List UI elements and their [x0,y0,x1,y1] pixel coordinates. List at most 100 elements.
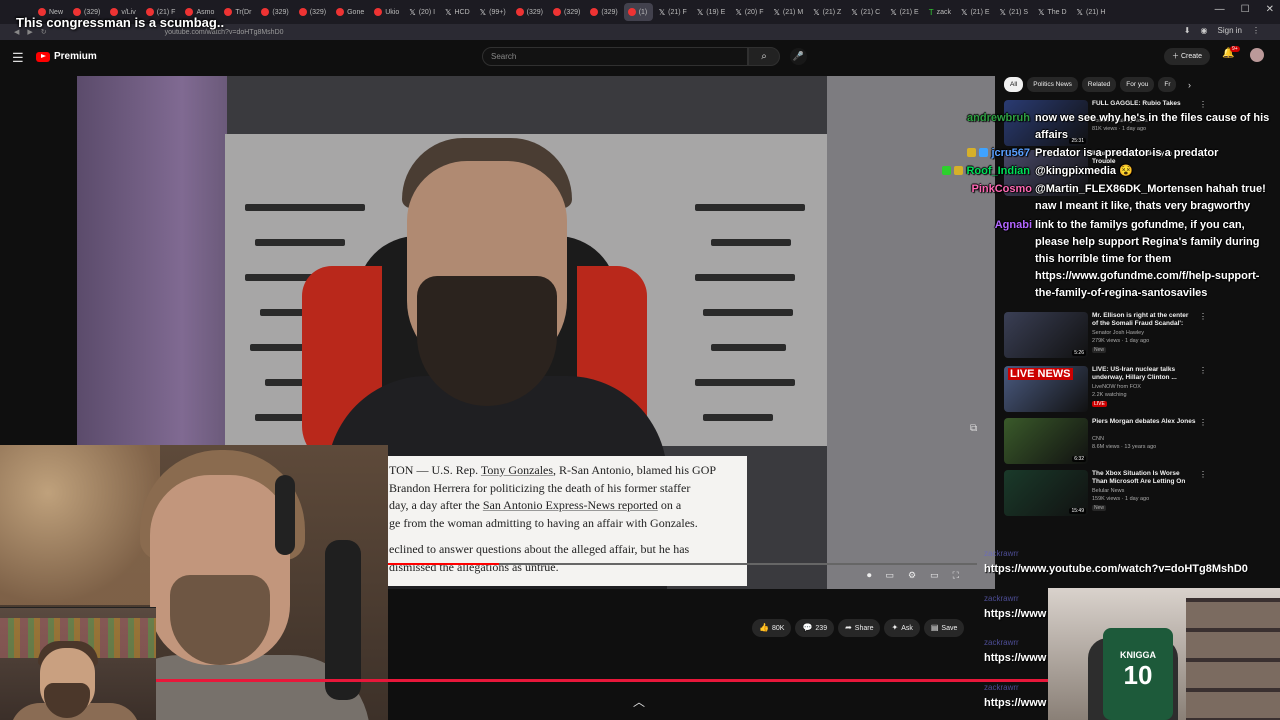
miniplayer-icon[interactable]: ⧉ [970,423,977,434]
comments-button[interactable]: 💬 239 [795,619,835,637]
youtube-logo[interactable]: Premium [36,51,97,62]
browser-tab[interactable]: 𝕏 (21) S [996,3,1033,21]
browser-tab-label: (99+) [489,8,506,16]
voice-search-icon[interactable]: 🎤 [790,48,807,65]
autoplay-toggle-icon[interactable]: ⏺ [867,570,872,581]
browser-tab[interactable]: (329) [586,3,621,21]
create-button[interactable]: ＋ Create [1164,48,1210,65]
chevron-right-icon[interactable]: › [1188,80,1191,90]
ask-button[interactable]: ✦ Ask [884,619,920,637]
chip-fr[interactable]: Fr [1158,77,1177,92]
window-controls: — ☐ ✕ [1215,4,1274,15]
video-title[interactable]: LIVE: US-Iran nuclear talks underway, Hi… [1092,366,1196,382]
browser-tab[interactable]: (329) [257,3,292,21]
browser-tab[interactable]: Ukio [370,3,403,21]
browser-tab[interactable]: Gone [332,3,368,21]
browser-tab[interactable]: 𝕏 (20) I [405,3,439,21]
more-options-icon[interactable]: ⋮ [1199,366,1207,375]
settings-gear-icon[interactable]: ⚙ [908,570,916,581]
browser-tab[interactable]: 𝕏 (21) E [957,3,994,21]
browser-tab[interactable]: (1) [623,3,653,21]
save-button[interactable]: ▤ Save [923,619,965,637]
chat-message-text: now we see why he's in the files cause o… [1035,112,1270,141]
subtitles-icon[interactable]: ▭ [886,570,895,581]
browser-tab[interactable]: (329) [295,3,330,21]
recommendation-card[interactable]: 6:32 Piers Morgan debates Alex Jones CNN 8.… [1004,418,1276,466]
video-title[interactable]: Mr. Ellison is right at the center of th… [1092,312,1196,328]
hamburger-menu-icon[interactable]: ☰ [12,50,24,66]
chat-username[interactable]: zackrawrr [984,594,1019,603]
chat-username[interactable]: andrewbruh [967,110,1030,127]
browser-tab-label: (21) C [860,8,881,16]
chip-for-you[interactable]: For you [1120,77,1155,92]
chat-username[interactable]: zackrawrr [984,683,1019,692]
recommendation-card[interactable]: 5:26 Mr. Ellison is right at the center o… [1004,312,1276,360]
browser-tab[interactable]: 𝕏 (21) H [1073,3,1110,21]
browser-tab[interactable]: 𝕏 (21) M [769,3,807,21]
close-icon[interactable]: ✕ [1266,4,1274,15]
chat-username[interactable]: Roof_Indian [942,163,1030,180]
theater-mode-icon[interactable]: ▭ [930,570,939,581]
maximize-icon[interactable]: ☐ [1241,4,1250,15]
chat-link[interactable]: https://www.youtube.com/watch?v=doHTg8Ms… [984,563,1248,575]
chip-related[interactable]: Related [1081,77,1117,92]
browser-tab[interactable]: Tzack [925,3,955,21]
chat-username[interactable]: jcru567 [967,145,1030,162]
search-input[interactable]: Search [482,47,748,66]
video-title[interactable]: Piers Morgan debates Alex Jones [1092,418,1196,426]
user-avatar[interactable] [1250,48,1264,62]
browser-tab[interactable]: 𝕏 (99+) [476,3,510,21]
browser-tab[interactable]: 𝕏 The D [1034,3,1071,21]
search-button[interactable]: ⌕ [748,47,780,66]
chat-link[interactable]: https://www [984,697,1046,709]
video-thumbnail[interactable]: 6:32 [1004,418,1088,464]
browser-tab[interactable]: 𝕏 HCD [441,3,474,21]
chevron-up-icon[interactable]: ︿ [633,693,645,710]
browser-tab[interactable]: 𝕏 (21) E [886,3,923,21]
browser-tab[interactable]: 𝕏 (20) F [731,3,767,21]
minimize-icon[interactable]: — [1215,4,1225,15]
chat-username[interactable]: PinkCosmo [971,181,1032,198]
chat-link[interactable]: https://www [984,652,1046,664]
like-button[interactable]: 👍 80K [752,619,792,637]
chip-politics-news[interactable]: Politics News [1027,77,1078,92]
video-progress-bar[interactable] [387,563,977,565]
download-icon[interactable]: ⬇ [1184,26,1191,35]
article-line-4: ge from the woman admitting to having an… [389,515,698,530]
video-controls: ⏺ ▭ ⚙ ▭ ⛶ [867,570,959,581]
channel-name[interactable]: Senator Josh Hawley [1092,330,1144,336]
extensions-icon[interactable]: ⋮ [1252,26,1260,35]
channel-name[interactable]: Belular News [1092,488,1124,494]
video-thumbnail[interactable]: 15:49 [1004,470,1088,516]
recommendation-card[interactable]: LIVE NEWS LIVE: US-Iran nuclear talks und… [1004,366,1276,414]
sign-in-label[interactable]: Sign in [1218,26,1242,35]
browser-tab[interactable]: (329) [549,3,584,21]
fullscreen-icon[interactable]: ⛶ [953,570,959,581]
more-options-icon[interactable]: ⋮ [1199,312,1207,321]
browser-tab[interactable]: (329) [512,3,547,21]
share-button[interactable]: ➦ Share [838,619,881,637]
video-thumbnail[interactable]: LIVE NEWS [1004,366,1088,412]
chat-username[interactable]: Agnabi [995,217,1032,234]
video-thumbnail[interactable]: 5:26 [1004,312,1088,358]
account-icon[interactable]: ◉ [1201,26,1208,35]
recommendation-card[interactable]: 15:49 The Xbox Situation Is Worse Than Mi… [1004,470,1276,518]
channel-name[interactable]: CNN [1092,436,1104,442]
chat-username[interactable]: zackrawrr [984,638,1019,647]
chat-username[interactable]: zackrawrr [984,549,1019,558]
more-options-icon[interactable]: ⋮ [1199,470,1207,479]
video-title[interactable]: The Xbox Situation Is Worse Than Microso… [1092,470,1196,486]
more-options-icon[interactable]: ⋮ [1199,418,1207,427]
browser-tab[interactable]: 𝕏 (21) C [847,3,884,21]
chat-link[interactable]: https://www [984,608,1046,620]
browser-tab[interactable]: 𝕏 (21) F [655,3,691,21]
video-title[interactable]: FULL GAGGLE: Rubio Takes [1092,100,1196,108]
channel-name[interactable]: LiveNOW from FOX [1092,384,1141,390]
browser-tab[interactable]: Tr(Dr [220,3,255,21]
chip-all[interactable]: All [1004,77,1024,92]
chat-username-text: PinkCosmo [971,183,1032,195]
browser-tab[interactable]: 𝕏 (19) E [693,3,730,21]
browser-tab[interactable]: 𝕏 (21) Z [809,3,845,21]
create-label: Create [1180,53,1202,60]
more-options-icon[interactable]: ⋮ [1199,100,1207,109]
